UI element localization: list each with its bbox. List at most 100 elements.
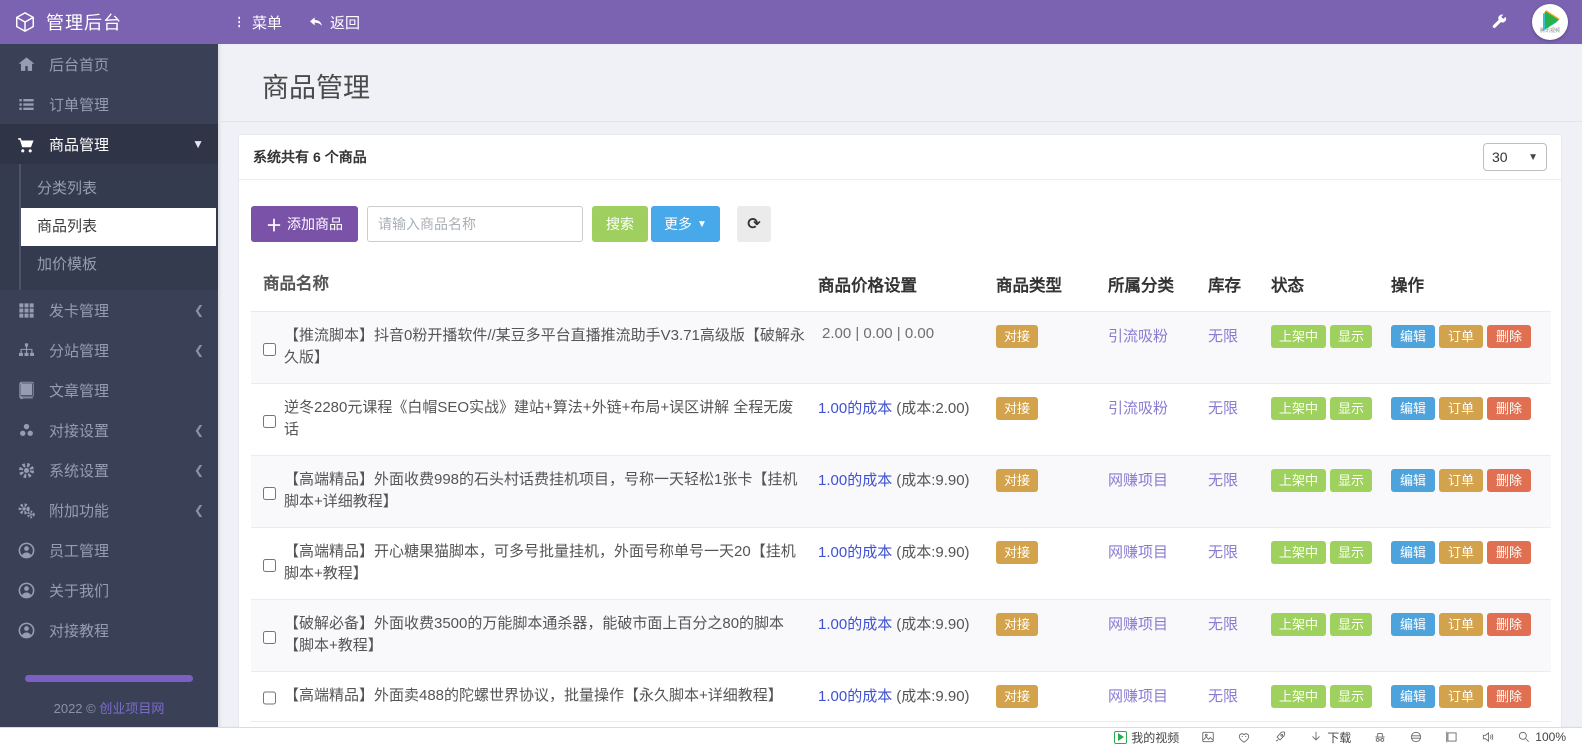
delete-button[interactable]: 删除: [1487, 468, 1532, 493]
orders-button[interactable]: 订单: [1439, 540, 1484, 565]
sidebar-item-markup-template[interactable]: 加价模板: [0, 246, 218, 284]
category-link[interactable]: 网赚项目: [1108, 688, 1168, 705]
reader-mode-button[interactable]: [1237, 730, 1251, 744]
visibility-badge[interactable]: 显示: [1330, 684, 1373, 709]
row-checkbox[interactable]: [263, 328, 276, 370]
menu-dots-icon: [238, 16, 240, 28]
orders-button[interactable]: 订单: [1439, 324, 1484, 349]
status-badge[interactable]: 上架中: [1271, 396, 1327, 421]
sidebar-item-api-settings[interactable]: 对接设置 ❮: [0, 410, 218, 450]
price-link[interactable]: 1.00的成本: [818, 472, 892, 489]
category-link[interactable]: 网赚项目: [1108, 616, 1168, 633]
mute-button[interactable]: [1481, 730, 1495, 744]
chevron-left-icon: ❮: [193, 423, 204, 437]
delete-button[interactable]: 删除: [1487, 540, 1532, 565]
boost-button[interactable]: [1273, 730, 1287, 744]
price-link[interactable]: 1.00的成本: [818, 616, 892, 633]
grid-icon: [19, 302, 34, 318]
edit-button[interactable]: 编辑: [1391, 540, 1436, 565]
edit-button[interactable]: 编辑: [1391, 612, 1436, 637]
sidebar-item-tutorial[interactable]: 对接教程: [0, 610, 218, 650]
visibility-badge[interactable]: 显示: [1330, 324, 1373, 349]
window-mode-button[interactable]: [1445, 730, 1459, 744]
menu-toggle[interactable]: 菜单: [232, 12, 282, 33]
table-header: 商品名称 商品价格设置 商品类型 所属分类 库存 状态 操作: [251, 264, 1551, 312]
nodes-icon: [20, 423, 33, 436]
image-tool-button[interactable]: [1201, 730, 1215, 744]
status-badge[interactable]: 上架中: [1271, 612, 1327, 637]
visibility-badge[interactable]: 显示: [1330, 468, 1373, 493]
zoom-level: 100%: [1535, 730, 1566, 744]
orders-button[interactable]: 订单: [1439, 612, 1484, 637]
add-product-button[interactable]: ＋ 添加商品: [251, 206, 359, 242]
row-checkbox[interactable]: [263, 688, 276, 708]
price-link[interactable]: 1.00的成本: [818, 688, 892, 705]
row-checkbox[interactable]: [263, 544, 276, 586]
site-link[interactable]: 创业项目网: [99, 701, 164, 716]
row-checkbox[interactable]: [263, 472, 276, 514]
delete-button[interactable]: 删除: [1487, 396, 1532, 421]
sidebar-item-product-list[interactable]: 商品列表: [21, 208, 216, 246]
stock-value: 无限: [1208, 399, 1239, 417]
orders-button[interactable]: 订单: [1439, 468, 1484, 493]
status-badge[interactable]: 上架中: [1271, 468, 1327, 493]
sidebar-item-articles[interactable]: 文章管理: [0, 370, 218, 410]
play-icon: [1545, 10, 1559, 29]
category-link[interactable]: 网赚项目: [1108, 544, 1168, 561]
edit-button[interactable]: 编辑: [1391, 468, 1436, 493]
edit-button[interactable]: 编辑: [1391, 684, 1436, 709]
row-checkbox[interactable]: [263, 616, 276, 658]
status-badge[interactable]: 上架中: [1271, 684, 1327, 709]
sidebar-item-cards[interactable]: 发卡管理 ❮: [0, 290, 218, 330]
sidebar-item-system-settings[interactable]: 系统设置 ❮: [0, 450, 218, 490]
divider: [25, 675, 193, 682]
visibility-badge[interactable]: 显示: [1330, 540, 1373, 565]
video-extension-logo[interactable]: 腾讯视频: [1532, 4, 1568, 40]
category-link[interactable]: 引流吸粉: [1108, 328, 1168, 345]
delete-button[interactable]: 删除: [1487, 684, 1532, 709]
orders-button[interactable]: 订单: [1439, 684, 1484, 709]
price-link[interactable]: 1.00的成本: [818, 400, 892, 417]
delete-button[interactable]: 删除: [1487, 324, 1532, 349]
wrench-icon[interactable]: [1490, 13, 1508, 31]
category-link[interactable]: 引流吸粉: [1108, 400, 1168, 417]
search-button[interactable]: 搜索: [592, 206, 649, 242]
category-link[interactable]: 网赚项目: [1108, 472, 1168, 489]
page-size-select[interactable]: 30 ▼: [1483, 143, 1547, 171]
visibility-badge[interactable]: 显示: [1330, 612, 1373, 637]
status-badge[interactable]: 上架中: [1271, 324, 1327, 349]
edit-button[interactable]: 编辑: [1391, 396, 1436, 421]
price-link[interactable]: 1.00的成本: [818, 544, 892, 561]
sidebar-item-addons[interactable]: 附加功能 ❮: [0, 490, 218, 530]
edit-button[interactable]: 编辑: [1391, 324, 1436, 349]
visibility-badge[interactable]: 显示: [1330, 396, 1373, 421]
sidebar-item-about[interactable]: 关于我们: [0, 570, 218, 610]
table-row: 逆冬2280元课程《白帽SEO实战》建站+算法+外链+布局+误区讲解 全程无废话…: [251, 384, 1551, 456]
download-button[interactable]: 下载: [1309, 729, 1351, 746]
incognito-button[interactable]: [1373, 730, 1387, 744]
network-button[interactable]: [1409, 730, 1423, 744]
more-button[interactable]: 更多 ▼: [651, 206, 720, 242]
my-videos-button[interactable]: 我的视频: [1114, 729, 1179, 746]
refresh-button[interactable]: ⟳: [736, 206, 771, 242]
sidebar-item-products[interactable]: 商品管理 ▼: [0, 124, 218, 164]
row-checkbox[interactable]: [263, 400, 276, 442]
zoom-control[interactable]: 100%: [1517, 730, 1566, 744]
sidebar-item-staff[interactable]: 员工管理: [0, 530, 218, 570]
window-icon: [1446, 731, 1457, 743]
sidebar-item-substations[interactable]: 分站管理 ❮: [0, 330, 218, 370]
back-button[interactable]: 返回: [308, 12, 360, 33]
sidebar-item-orders[interactable]: 订单管理: [0, 84, 218, 124]
delete-button[interactable]: 删除: [1487, 612, 1532, 637]
app-title: 管理后台: [46, 13, 122, 33]
cube-icon: [16, 11, 34, 33]
home-icon: [18, 56, 35, 71]
status-badge[interactable]: 上架中: [1271, 540, 1327, 565]
orders-button[interactable]: 订单: [1439, 396, 1484, 421]
search-input[interactable]: [367, 206, 584, 242]
stock-value: 无限: [1208, 471, 1239, 489]
caret-down-icon: ▼: [697, 218, 707, 230]
sidebar-item-dashboard[interactable]: 后台首页: [0, 44, 218, 84]
sidebar-item-category-list[interactable]: 分类列表: [0, 170, 218, 208]
table-row: 【高端精品】外面卖488的陀螺世界协议，批量操作【永久脚本+详细教程】 1.00…: [251, 672, 1551, 723]
